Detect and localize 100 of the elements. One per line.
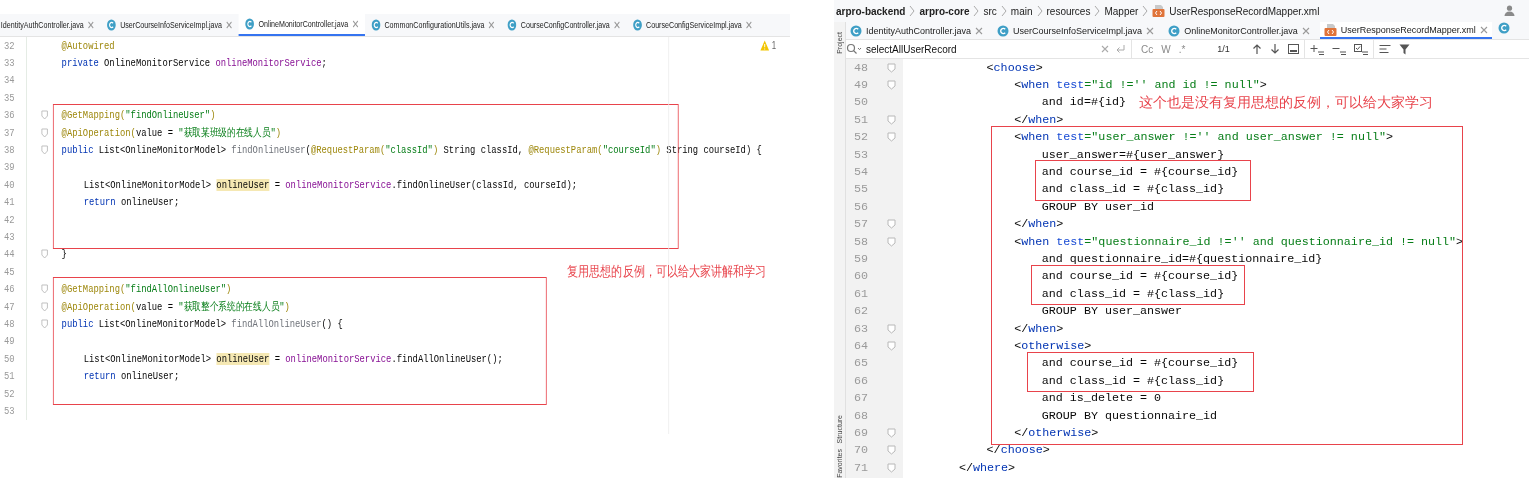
class-file-icon bbox=[371, 19, 381, 31]
code-line: </where> bbox=[959, 460, 1016, 475]
line-number: 42 bbox=[2, 213, 16, 226]
close-icon[interactable] bbox=[745, 21, 752, 29]
editor-tab[interactable]: IdentityAuthController.java bbox=[846, 22, 988, 39]
code-line: and course_id = #{course_id} bbox=[1041, 356, 1239, 371]
line-number: 54 bbox=[852, 165, 869, 180]
fold-marker-icon[interactable] bbox=[40, 301, 48, 312]
search-option-toggle[interactable]: W bbox=[1157, 43, 1175, 55]
editor-tab[interactable]: OnlineMonitorController.java bbox=[1164, 22, 1314, 39]
chevron-icon bbox=[973, 5, 980, 17]
line-number: 59 bbox=[852, 252, 869, 266]
fold-marker-icon[interactable] bbox=[886, 340, 896, 351]
fold-marker-icon[interactable] bbox=[886, 62, 896, 73]
close-icon[interactable] bbox=[1146, 26, 1155, 35]
close-icon[interactable] bbox=[1301, 26, 1310, 35]
clear-icon[interactable] bbox=[1101, 45, 1109, 53]
breadcrumb-item[interactable]: src bbox=[983, 5, 997, 17]
fold-marker-icon[interactable] bbox=[40, 127, 48, 138]
code-line: private OnlineMonitorService onlineMonitorService; bbox=[61, 57, 327, 70]
editor-tab[interactable]: CommonConfigurationUtils.java bbox=[364, 14, 502, 36]
line-number: 46 bbox=[2, 283, 16, 296]
breadcrumb-item[interactable]: UserResponseRecordMapper.xml bbox=[1169, 5, 1320, 17]
editor-tab[interactable]: CourseConfigController.java bbox=[501, 14, 627, 36]
fold-marker-icon[interactable] bbox=[886, 114, 896, 125]
line-number: 71 bbox=[852, 460, 869, 475]
line-number: 39 bbox=[2, 161, 16, 174]
close-icon[interactable] bbox=[488, 21, 495, 29]
code-line: List<OnlineMonitorModel> onlineUser = onlineMonitorService.findOnlineUser(classId, courseId); bbox=[83, 178, 577, 191]
breadcrumb-item[interactable]: Mapper bbox=[1104, 5, 1139, 17]
editor-tab[interactable]: UserCourseInfoServiceImpl.java bbox=[100, 14, 239, 36]
line-number: 58 bbox=[852, 234, 869, 249]
line-number: 69 bbox=[852, 425, 869, 440]
code-line: <otherwise> bbox=[1014, 338, 1092, 353]
fold-marker-icon[interactable] bbox=[886, 132, 896, 143]
close-icon[interactable] bbox=[87, 21, 95, 29]
code-line: GROUP BY questionnaire_id bbox=[1041, 408, 1218, 423]
editor-tab[interactable]: UserCourseInfoServiceImpl.java bbox=[993, 22, 1159, 39]
search-field[interactable]: selectAllUserRecord bbox=[862, 43, 1101, 55]
close-icon[interactable] bbox=[1479, 25, 1488, 34]
chevron-icon bbox=[1036, 5, 1043, 17]
newline-icon[interactable] bbox=[1115, 44, 1126, 54]
code-line: user_answer=#{user_answer} bbox=[1041, 147, 1225, 162]
fold-marker-icon[interactable] bbox=[40, 110, 48, 121]
fold-marker-icon[interactable] bbox=[40, 318, 48, 329]
add-selection-icon[interactable] bbox=[1309, 43, 1324, 55]
breadcrumb-item[interactable]: arpro-core bbox=[919, 5, 970, 17]
code-line: </choose> bbox=[986, 443, 1050, 458]
line-number: 43 bbox=[2, 231, 16, 243]
code-line: <when test="questionnaire_id !='' and questionnaire_id != null"> bbox=[1014, 234, 1464, 249]
line-number: 53 bbox=[2, 404, 16, 417]
search-option-toggle[interactable]: .* bbox=[1174, 43, 1190, 55]
annotation-note: 复用思想的反例，可以给大家讲解和学习 bbox=[567, 263, 767, 282]
line-number: 65 bbox=[852, 356, 869, 371]
line-number: 44 bbox=[2, 248, 16, 261]
fold-marker-icon[interactable] bbox=[886, 236, 896, 247]
fold-marker-icon[interactable] bbox=[886, 323, 896, 334]
close-icon[interactable] bbox=[226, 21, 233, 29]
close-icon[interactable] bbox=[975, 26, 984, 35]
class-file-icon bbox=[245, 18, 255, 30]
fold-marker-icon[interactable] bbox=[40, 284, 48, 295]
fold-marker-icon[interactable] bbox=[886, 445, 896, 456]
fold-marker-icon[interactable] bbox=[886, 219, 896, 230]
code-line: return onlineUser; bbox=[83, 370, 180, 383]
editor-tab[interactable]: UserResponseRecordMapper.xml bbox=[1319, 22, 1492, 39]
search-option-toggle[interactable]: Cc bbox=[1137, 43, 1158, 55]
filter-icon[interactable] bbox=[1398, 43, 1410, 55]
code-line: <when test="user_answer !='' and user_answer != null"> bbox=[1014, 130, 1393, 145]
down-arrow-icon[interactable] bbox=[1269, 43, 1280, 55]
breadcrumb-item[interactable]: resources bbox=[1046, 5, 1091, 17]
fold-marker-icon[interactable] bbox=[40, 249, 48, 260]
lines-icon[interactable] bbox=[1378, 43, 1391, 55]
close-icon[interactable] bbox=[613, 21, 620, 29]
fold-marker-icon[interactable] bbox=[886, 427, 896, 438]
select-all-icon[interactable] bbox=[1353, 43, 1368, 55]
xml-file-icon bbox=[1152, 5, 1166, 17]
code-line: and id=#{id} bbox=[1041, 95, 1126, 110]
line-number: 61 bbox=[852, 286, 869, 301]
line-number: 48 bbox=[852, 60, 869, 75]
breadcrumb-item[interactable]: arpro-backend bbox=[836, 5, 906, 17]
code-line: and class_id = #{class_id} bbox=[1041, 373, 1225, 388]
line-number: 52 bbox=[2, 387, 16, 400]
fold-marker-icon[interactable] bbox=[886, 80, 896, 91]
line-number: 41 bbox=[2, 196, 16, 209]
line-number: 48 bbox=[2, 317, 16, 330]
editor-tab[interactable]: CourseConfigServiceImpl.java bbox=[626, 14, 759, 36]
line-number: 37 bbox=[2, 126, 16, 139]
close-icon[interactable] bbox=[352, 20, 359, 28]
editor-tab[interactable]: OnlineMonitorController.java bbox=[238, 14, 365, 36]
up-arrow-icon[interactable] bbox=[1251, 43, 1262, 55]
breadcrumb-item[interactable]: main bbox=[1010, 5, 1033, 17]
fold-marker-icon[interactable] bbox=[886, 462, 896, 473]
person-icon[interactable] bbox=[1504, 5, 1515, 16]
search-icon[interactable] bbox=[846, 43, 862, 55]
fold-marker-icon[interactable] bbox=[40, 145, 48, 156]
line-number: 32 bbox=[2, 39, 16, 52]
line-number: 40 bbox=[2, 178, 16, 191]
editor-tab[interactable]: IdentityAuthController.java bbox=[0, 14, 101, 36]
window-icon[interactable] bbox=[1287, 44, 1299, 54]
line-number: 63 bbox=[852, 321, 869, 336]
